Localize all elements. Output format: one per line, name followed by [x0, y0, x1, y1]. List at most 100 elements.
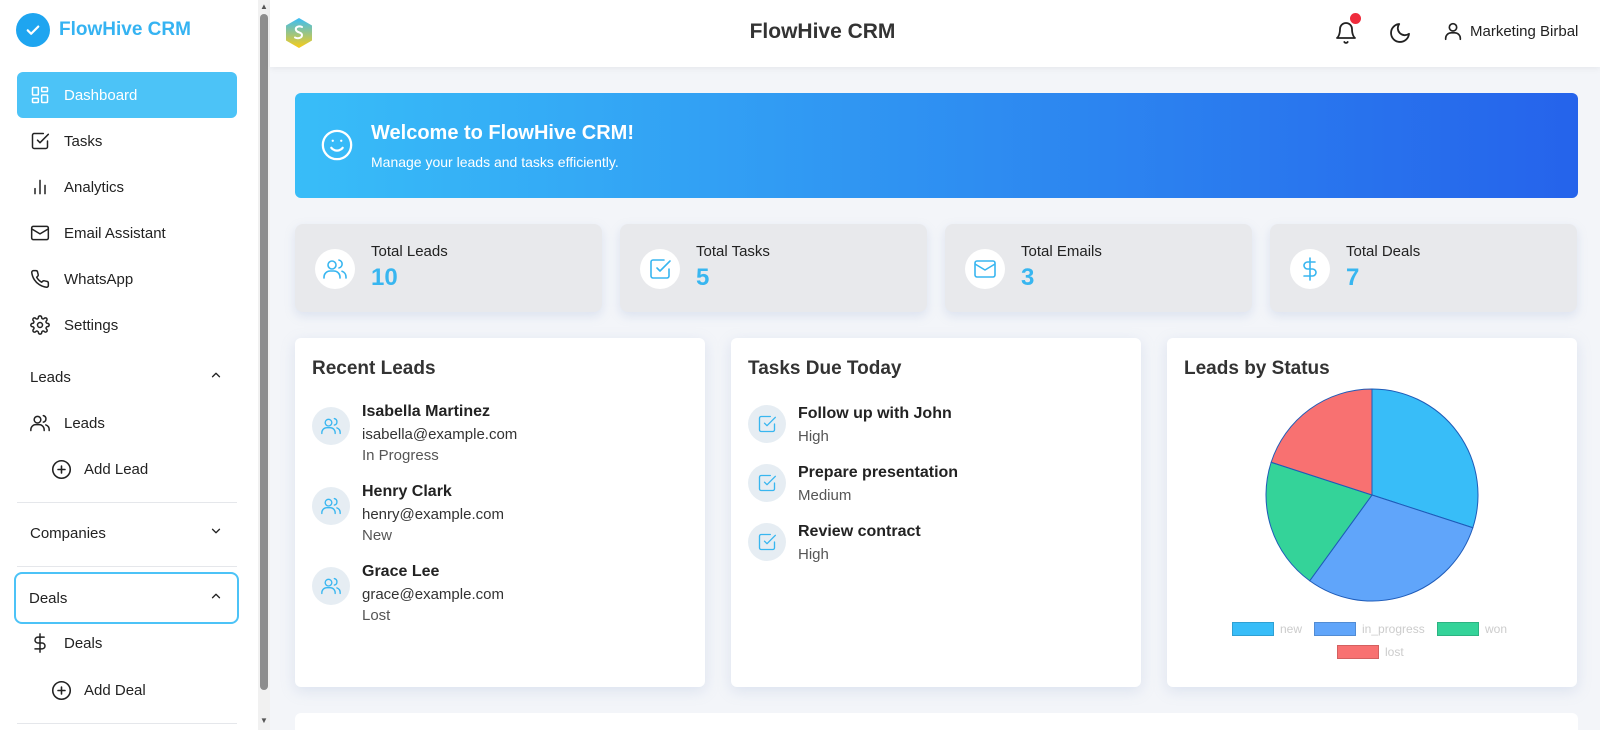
sidebar-item-add-deal[interactable]: Add Deal [50, 670, 146, 710]
tasks-due-panel: Tasks Due Today Follow up with John High… [731, 338, 1141, 687]
task-name: Prepare presentation [798, 464, 959, 481]
scroll-thumb[interactable] [260, 14, 268, 690]
sidebar-item-tasks[interactable]: Tasks [17, 118, 237, 164]
mail-icon [30, 223, 50, 243]
stat-card-total-tasks[interactable]: Total Tasks 5 [620, 224, 927, 312]
stat-card-total-emails[interactable]: Total Emails 3 [945, 224, 1252, 312]
section-label: Companies [30, 524, 106, 542]
user-menu[interactable]: Marketing Birbal [1442, 20, 1578, 42]
sidebar-item-label: Settings [64, 316, 119, 334]
legend-item[interactable]: won [1437, 622, 1507, 636]
welcome-subtitle: Manage your leads and tasks efficiently. [371, 154, 619, 170]
legend-item[interactable]: lost [1337, 645, 1404, 659]
legend-label: lost [1385, 645, 1404, 659]
list-item[interactable]: Henry Clark henry@example.com New [312, 483, 682, 553]
sidebar-item-settings[interactable]: Settings [17, 302, 237, 348]
task-priority: High [798, 428, 829, 445]
chevron-up-icon [209, 368, 223, 386]
chevron-up-icon [209, 589, 223, 607]
legend-label: won [1485, 622, 1508, 636]
checkbox-icon [30, 131, 50, 151]
sidebar-scrollbar[interactable]: ▲ ▼ [258, 0, 270, 730]
section-toggle-leads[interactable]: Leads [17, 354, 237, 400]
stat-label: Total Emails [1021, 243, 1102, 260]
legend-label: in_progress [1362, 622, 1425, 636]
scroll-up-arrow[interactable]: ▲ [259, 2, 269, 12]
sidebar-item-label: Deals [64, 634, 103, 652]
welcome-banner: Welcome to FlowHive CRM! Manage your lea… [295, 93, 1578, 198]
users-icon [312, 407, 350, 445]
task-name: Review contract [798, 523, 921, 540]
checkbox-icon [748, 405, 786, 443]
scroll-down-arrow[interactable]: ▼ [259, 716, 269, 726]
checkbox-icon [640, 249, 680, 289]
sidebar-item-email-assistant[interactable]: Email Assistant [17, 210, 237, 256]
list-item[interactable]: Grace Lee grace@example.com Lost [312, 563, 682, 633]
list-item[interactable]: Follow up with John High [748, 405, 1118, 455]
users-icon [30, 413, 50, 433]
smile-icon [320, 128, 354, 162]
plus-circle-icon [50, 679, 72, 701]
sidebar-item-analytics[interactable]: Analytics [17, 164, 237, 210]
moon-icon[interactable] [1388, 21, 1412, 45]
section-toggle-deals[interactable]: Deals [14, 572, 239, 624]
lead-email: grace@example.com [362, 586, 504, 603]
stat-label: Total Tasks [696, 243, 770, 260]
task-priority: High [798, 546, 829, 563]
lead-status: In Progress [362, 447, 439, 464]
checkbox-icon [748, 464, 786, 502]
stat-value: 7 [1346, 264, 1360, 291]
legend-item[interactable]: in_progress [1314, 622, 1425, 636]
section-toggle-companies[interactable]: Companies [17, 510, 237, 556]
sidebar-item-leads[interactable]: Leads [17, 400, 237, 446]
lead-status: Lost [362, 607, 391, 624]
task-name: Follow up with John [798, 405, 952, 422]
check-circle-icon [16, 13, 50, 47]
users-icon [315, 249, 355, 289]
brand[interactable]: FlowHive CRM [16, 13, 191, 47]
user-name: Marketing Birbal [1470, 22, 1579, 40]
task-priority: Medium [798, 487, 852, 504]
section-label: Deals [29, 589, 68, 607]
lead-name: Grace Lee [362, 563, 440, 580]
sidebar-item-label: Leads [64, 414, 105, 432]
list-item[interactable]: Review contract High [748, 523, 1118, 573]
stat-value: 5 [696, 264, 710, 291]
notification-dot [1350, 13, 1361, 24]
panel-title: Tasks Due Today [748, 358, 902, 379]
stat-card-total-deals[interactable]: Total Deals 7 [1270, 224, 1577, 312]
panel-title: Recent Leads [312, 358, 436, 379]
list-item[interactable]: Isabella Martinez isabella@example.com I… [312, 403, 682, 473]
sidebar: FlowHive CRM Dashboard Tasks Analytics E… [0, 0, 258, 730]
stat-label: Total Deals [1346, 243, 1421, 260]
mail-icon [965, 249, 1005, 289]
lead-status: New [362, 527, 393, 544]
lead-name: Isabella Martinez [362, 403, 491, 420]
plus-circle-icon [50, 458, 72, 480]
legend-swatch [1337, 645, 1379, 659]
welcome-title: Welcome to FlowHive CRM! [371, 122, 634, 144]
brand-title: FlowHive CRM [59, 19, 191, 40]
sidebar-item-label: WhatsApp [64, 270, 134, 288]
sidebar-item-deals[interactable]: Deals [17, 620, 237, 666]
sidebar-item-dashboard[interactable]: Dashboard [17, 72, 237, 118]
stat-card-total-leads[interactable]: Total Leads 10 [295, 224, 602, 312]
checkbox-icon [748, 523, 786, 561]
sidebar-item-label: Tasks [64, 132, 103, 150]
lead-email: henry@example.com [362, 506, 504, 523]
list-item[interactable]: Prepare presentation Medium [748, 464, 1118, 514]
bell-icon[interactable] [1334, 21, 1358, 45]
sidebar-item-label: Email Assistant [64, 224, 166, 242]
grid-icon [30, 85, 50, 105]
section-label: Leads [30, 368, 71, 386]
divider [17, 502, 237, 503]
legend-swatch [1314, 622, 1356, 636]
sidebar-item-label: Analytics [64, 178, 125, 196]
dollar-icon [1290, 249, 1330, 289]
stat-value: 10 [371, 264, 398, 291]
chevron-down-icon [209, 524, 223, 542]
legend-item[interactable]: new [1232, 622, 1302, 636]
pie-chart [1265, 388, 1479, 602]
sidebar-item-whatsapp[interactable]: WhatsApp [17, 256, 237, 302]
sidebar-item-add-lead[interactable]: Add Lead [50, 449, 148, 489]
